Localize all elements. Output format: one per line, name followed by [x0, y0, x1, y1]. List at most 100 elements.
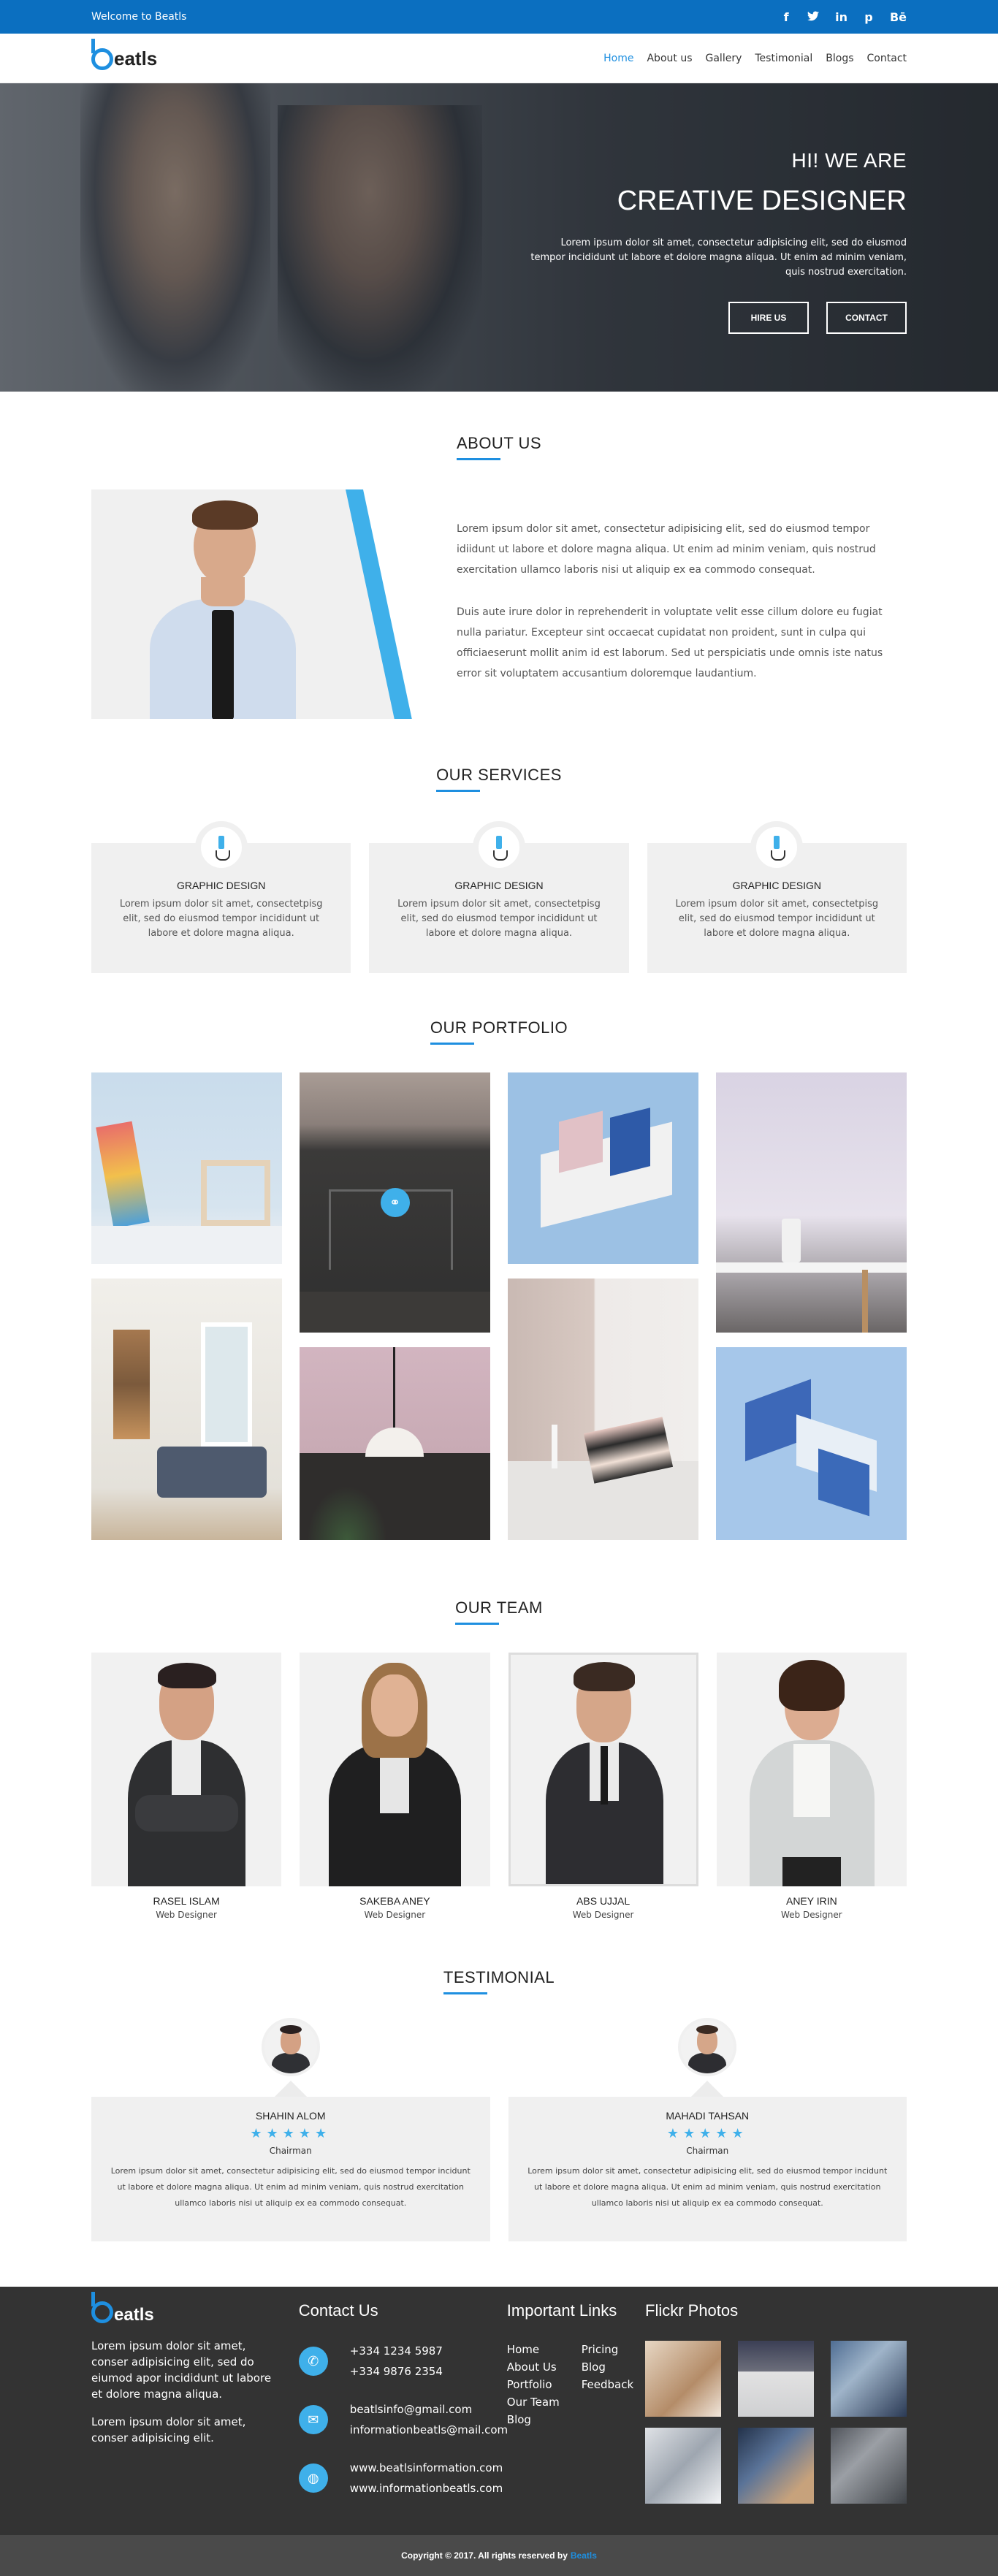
- nav-blogs[interactable]: Blogs: [826, 53, 853, 64]
- portfolio-item[interactable]: [716, 1072, 907, 1333]
- flickr-photo[interactable]: [645, 2341, 721, 2417]
- footer-link-team[interactable]: Our Team: [507, 2393, 560, 2411]
- social-links: f in p Bē: [781, 10, 907, 24]
- service-title: GRAPHIC DESIGN: [454, 880, 544, 891]
- top-bar: Welcome to Beatls f in p Bē: [0, 0, 998, 34]
- main-navbar: eatls Home About us Gallery Testimonial …: [0, 34, 998, 83]
- service-text: Lorem ipsum dolor sit amet, consectetpis…: [675, 899, 879, 939]
- portfolio-item[interactable]: [300, 1347, 490, 1540]
- flickr-photo[interactable]: [831, 2428, 907, 2504]
- pen-tool-icon: [472, 821, 525, 874]
- nav-gallery[interactable]: Gallery: [706, 53, 742, 64]
- member-name: ANEY IRIN: [785, 1895, 837, 1907]
- nav-home[interactable]: Home: [603, 53, 633, 64]
- portfolio-item[interactable]: [91, 1072, 282, 1264]
- rating-stars-icon: ★★★★★: [666, 2126, 748, 2141]
- flickr-photo[interactable]: [738, 2428, 814, 2504]
- footer-link-about[interactable]: About Us: [507, 2358, 560, 2376]
- footer-about-text-2: Lorem ipsum dolor sit amet, conser adipi…: [91, 2415, 246, 2444]
- about-text: Lorem ipsum dolor sit amet, consectetur …: [457, 489, 907, 719]
- email-2[interactable]: informationbeatls@mail.com: [350, 2420, 508, 2440]
- flickr-title: Flickr Photos: [645, 2301, 739, 2320]
- member-photo: [300, 1653, 490, 1886]
- nav-about[interactable]: About us: [647, 53, 692, 64]
- member-photo: [91, 1653, 282, 1886]
- service-card[interactable]: GRAPHIC DESIGN Lorem ipsum dolor sit ame…: [647, 821, 907, 973]
- footer-link-feedback[interactable]: Feedback: [582, 2376, 633, 2393]
- copyright-brand-link[interactable]: Beatls: [571, 2550, 597, 2561]
- member-name: RASEL ISLAM: [153, 1895, 220, 1907]
- testimonial-card: SHAHIN ALOM ★★★★★ Chairman Lorem ipsum d…: [91, 2018, 490, 2241]
- web-1[interactable]: www.beatlsinformation.com: [350, 2458, 503, 2478]
- about-paragraph-2: Duis aute irure dolor in reprehenderit i…: [457, 606, 883, 679]
- service-title: GRAPHIC DESIGN: [732, 880, 821, 891]
- nav-testimonial[interactable]: Testimonial: [755, 53, 812, 64]
- footer-link-portfolio[interactable]: Portfolio: [507, 2376, 560, 2393]
- copyright-bar: Copyright © 2017. All rights reserved by…: [0, 2535, 998, 2576]
- member-photo: [716, 1653, 907, 1886]
- footer-flickr: Flickr Photos: [645, 2301, 907, 2535]
- site-logo[interactable]: eatls: [91, 38, 157, 70]
- site-footer: eatls Lorem ipsum dolor sit amet, conser…: [0, 2287, 998, 2576]
- portfolio-item[interactable]: [91, 1279, 282, 1540]
- testimonial-card: MAHADI TAHSAN ★★★★★ Chairman Lorem ipsum…: [508, 2018, 907, 2241]
- portfolio-item[interactable]: ⚭: [300, 1072, 490, 1333]
- email-1[interactable]: beatlsinfo@gmail.com: [350, 2399, 508, 2420]
- testimonial-role: Chairman: [269, 2146, 312, 2156]
- footer-link-home[interactable]: Home: [507, 2341, 560, 2358]
- copyright-text: Copyright © 2017. All rights reserved by: [401, 2550, 568, 2561]
- flickr-photo[interactable]: [738, 2341, 814, 2417]
- logo-mark-icon: [91, 2292, 113, 2323]
- footer-links: Important Links Home About Us Portfolio …: [507, 2301, 645, 2535]
- twitter-icon[interactable]: [807, 10, 820, 24]
- service-text: Lorem ipsum dolor sit amet, consectetpis…: [119, 899, 323, 939]
- nav-menu: Home About us Gallery Testimonial Blogs …: [603, 53, 907, 64]
- footer-logo[interactable]: eatls: [91, 2292, 299, 2325]
- member-role: Web Designer: [156, 1910, 217, 1920]
- footer-about-text: Lorem ipsum dolor sit amet, conser adipi…: [91, 2339, 272, 2401]
- footer-logo-text: eatls: [114, 2305, 154, 2325]
- team-member-card[interactable]: SAKEBA ANEY Web Designer: [300, 1653, 490, 1920]
- behance-icon[interactable]: Bē: [890, 10, 907, 24]
- flickr-photo[interactable]: [831, 2341, 907, 2417]
- contact-title: Contact Us: [298, 2301, 378, 2320]
- footer-link-pricing[interactable]: Pricing: [582, 2341, 633, 2358]
- hire-us-button[interactable]: HIRE US: [728, 302, 809, 334]
- linkedin-icon[interactable]: in: [835, 10, 847, 24]
- pinterest-icon[interactable]: p: [864, 10, 874, 24]
- testimonial-avatar: [678, 2018, 737, 2076]
- nav-contact[interactable]: Contact: [867, 53, 907, 64]
- service-card[interactable]: GRAPHIC DESIGN Lorem ipsum dolor sit ame…: [369, 821, 629, 973]
- member-photo: [508, 1653, 698, 1886]
- phone-1[interactable]: +334 1234 5987: [350, 2341, 443, 2361]
- services-title: OUR SERVICES: [436, 766, 562, 792]
- team-section: OUR TEAM RASEL ISLAM Web Designer SAKEBA…: [91, 1598, 907, 1920]
- testimonial-name: SHAHIN ALOM: [255, 2110, 326, 2122]
- about-image: [91, 489, 420, 719]
- phone-2[interactable]: +334 9876 2354: [350, 2361, 443, 2382]
- flickr-photo[interactable]: [645, 2428, 721, 2504]
- member-role: Web Designer: [572, 1910, 634, 1920]
- web-2[interactable]: www.informationbeatls.com: [350, 2478, 503, 2499]
- link-icon[interactable]: ⚭: [380, 1188, 410, 1217]
- pen-tool-icon: [194, 821, 248, 874]
- member-role: Web Designer: [364, 1910, 426, 1920]
- service-title: GRAPHIC DESIGN: [176, 880, 266, 891]
- portfolio-item[interactable]: [508, 1279, 698, 1540]
- team-member-card[interactable]: ABS UJJAL Web Designer: [508, 1653, 698, 1920]
- team-member-card[interactable]: ANEY IRIN Web Designer: [716, 1653, 907, 1920]
- contact-button[interactable]: CONTACT: [826, 302, 907, 334]
- hero-banner: HI! WE ARE CREATIVE DESIGNER Lorem ipsum…: [0, 83, 998, 392]
- footer-link-blog-2[interactable]: Blog: [582, 2358, 633, 2376]
- portfolio-item[interactable]: [716, 1347, 907, 1540]
- portfolio-item[interactable]: [508, 1072, 698, 1264]
- services-section: OUR SERVICES GRAPHIC DESIGN Lorem ipsum …: [91, 766, 907, 973]
- footer-about: eatls Lorem ipsum dolor sit amet, conser…: [91, 2292, 299, 2535]
- facebook-icon[interactable]: f: [781, 10, 791, 24]
- footer-link-blog[interactable]: Blog: [507, 2411, 560, 2428]
- member-role: Web Designer: [781, 1910, 842, 1920]
- team-member-card[interactable]: RASEL ISLAM Web Designer: [91, 1653, 282, 1920]
- testimonial-name: MAHADI TAHSAN: [666, 2110, 750, 2122]
- service-card[interactable]: GRAPHIC DESIGN Lorem ipsum dolor sit ame…: [91, 821, 351, 973]
- phone-icon: ✆: [298, 2347, 328, 2376]
